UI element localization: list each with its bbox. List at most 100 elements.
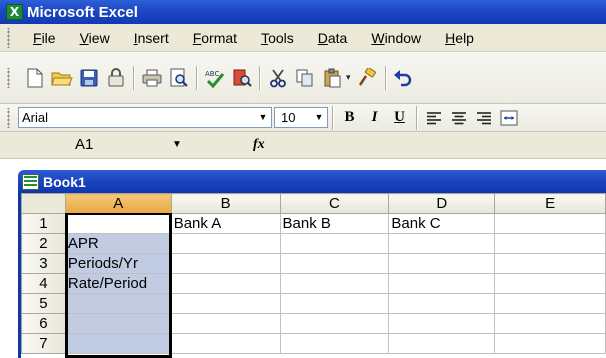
- cell-b2[interactable]: [170, 233, 281, 254]
- cell-c5[interactable]: [279, 293, 390, 314]
- cell-d7[interactable]: [388, 333, 496, 354]
- select-all-corner[interactable]: [21, 193, 66, 214]
- row-header[interactable]: 6: [21, 313, 66, 334]
- cut-button[interactable]: [265, 65, 290, 90]
- cell-b6[interactable]: [170, 313, 281, 334]
- copy-icon: [296, 69, 312, 86]
- chevron-down-icon[interactable]: ▼: [255, 108, 271, 127]
- toolbar-grip-icon[interactable]: [3, 107, 15, 128]
- column-header-c[interactable]: C: [279, 193, 390, 214]
- cell-a2[interactable]: APR: [64, 233, 172, 254]
- cell-d1[interactable]: Bank C: [388, 213, 496, 234]
- cell-a6[interactable]: [64, 313, 172, 334]
- undo-icon: [394, 69, 412, 86]
- cell-d2[interactable]: [388, 233, 496, 254]
- align-right-button[interactable]: [471, 106, 496, 130]
- cell-c6[interactable]: [279, 313, 390, 334]
- cell-a4-text: Rate/Period: [67, 275, 148, 292]
- cell-e3[interactable]: [494, 253, 606, 274]
- open-button[interactable]: [49, 65, 74, 90]
- align-left-button[interactable]: [421, 106, 446, 130]
- menu-format[interactable]: Format: [181, 25, 249, 51]
- cell-c1[interactable]: Bank B: [279, 213, 390, 234]
- cell-e6[interactable]: [494, 313, 606, 334]
- cell-c7[interactable]: [279, 333, 390, 354]
- cell-c3[interactable]: [279, 253, 390, 274]
- cell-b7[interactable]: [170, 333, 281, 354]
- cell-b4[interactable]: [170, 273, 281, 294]
- permission-button[interactable]: [103, 65, 128, 90]
- cell-e7[interactable]: [494, 333, 606, 354]
- cell-e5[interactable]: [494, 293, 606, 314]
- toolbar-grip-icon[interactable]: [3, 67, 15, 88]
- cell-d5[interactable]: [388, 293, 496, 314]
- toolbar-grip-icon[interactable]: [3, 27, 15, 48]
- menu-insert[interactable]: Insert: [122, 25, 181, 51]
- font-name-select[interactable]: Arial ▼: [18, 107, 272, 128]
- cell-d4[interactable]: [388, 273, 496, 294]
- cell-a1[interactable]: [64, 213, 172, 234]
- spreadsheet-grid: A B C D E 1 Bank A Bank B Bank C 2 APR 3…: [18, 193, 606, 358]
- cell-a5[interactable]: [64, 293, 172, 314]
- save-disk-icon: [80, 69, 97, 86]
- cell-c2[interactable]: [279, 233, 390, 254]
- open-folder-icon: [50, 72, 73, 85]
- column-header-b[interactable]: B: [170, 193, 281, 214]
- app-title-bar: X Microsoft Excel: [0, 0, 606, 24]
- bold-button[interactable]: B: [337, 106, 362, 130]
- name-box[interactable]: A1 ▼: [3, 134, 193, 156]
- cell-e1[interactable]: [494, 213, 606, 234]
- print-button[interactable]: [139, 65, 164, 90]
- column-header-a[interactable]: A: [64, 193, 172, 214]
- menu-window[interactable]: Window: [359, 25, 433, 51]
- merge-center-button[interactable]: [496, 106, 521, 130]
- research-button[interactable]: [229, 65, 254, 90]
- cell-a3-text: Periods/Yr: [67, 255, 138, 272]
- cell-b3[interactable]: [170, 253, 281, 274]
- underline-button[interactable]: U: [387, 106, 412, 130]
- format-painter-button[interactable]: [355, 65, 380, 90]
- align-center-button[interactable]: [446, 106, 471, 130]
- cell-b1[interactable]: Bank A: [170, 213, 281, 234]
- new-document-button[interactable]: [22, 65, 47, 90]
- row-header[interactable]: 2: [21, 233, 66, 254]
- cell-a3[interactable]: Periods/Yr: [64, 253, 172, 274]
- row-header[interactable]: 7: [21, 333, 66, 354]
- chevron-down-icon[interactable]: ▼: [169, 134, 185, 156]
- row-header[interactable]: 1: [21, 213, 66, 234]
- row-header[interactable]: 3: [21, 253, 66, 274]
- cell-d6[interactable]: [388, 313, 496, 334]
- toolbar-separator: [332, 105, 333, 130]
- column-header-d[interactable]: D: [388, 193, 496, 214]
- cell-a7[interactable]: [64, 333, 172, 354]
- workbook-title-bar: Book1: [18, 170, 606, 193]
- print-preview-button[interactable]: [166, 65, 191, 90]
- paste-dropdown-icon[interactable]: ▾: [346, 72, 351, 83]
- menu-file[interactable]: File: [21, 25, 68, 51]
- row-header[interactable]: 4: [21, 273, 66, 294]
- chevron-down-icon[interactable]: ▼: [311, 108, 327, 127]
- cell-c4[interactable]: [279, 273, 390, 294]
- menu-view[interactable]: View: [68, 25, 122, 51]
- copy-button[interactable]: [292, 65, 317, 90]
- cell-e2[interactable]: [494, 233, 606, 254]
- menu-data[interactable]: Data: [306, 25, 360, 51]
- cell-d3[interactable]: [388, 253, 496, 274]
- formula-input[interactable]: [265, 134, 606, 156]
- menu-help[interactable]: Help: [433, 25, 486, 51]
- row-header[interactable]: 5: [21, 293, 66, 314]
- italic-button[interactable]: I: [362, 106, 387, 130]
- menu-tools[interactable]: Tools: [249, 25, 306, 51]
- undo-button[interactable]: [391, 65, 416, 90]
- menu-bar: File View Insert Format Tools Data Windo…: [0, 24, 606, 52]
- save-button[interactable]: [76, 65, 101, 90]
- paste-button[interactable]: [319, 65, 344, 90]
- cell-e4[interactable]: [494, 273, 606, 294]
- insert-function-icon[interactable]: fx: [253, 137, 265, 153]
- spelling-button[interactable]: ABC: [202, 65, 227, 90]
- print-preview-icon: [170, 68, 188, 87]
- column-header-e[interactable]: E: [494, 193, 606, 214]
- cell-b5[interactable]: [170, 293, 281, 314]
- font-size-select[interactable]: 10 ▼: [274, 107, 328, 128]
- cell-a4[interactable]: Rate/Period: [64, 273, 172, 294]
